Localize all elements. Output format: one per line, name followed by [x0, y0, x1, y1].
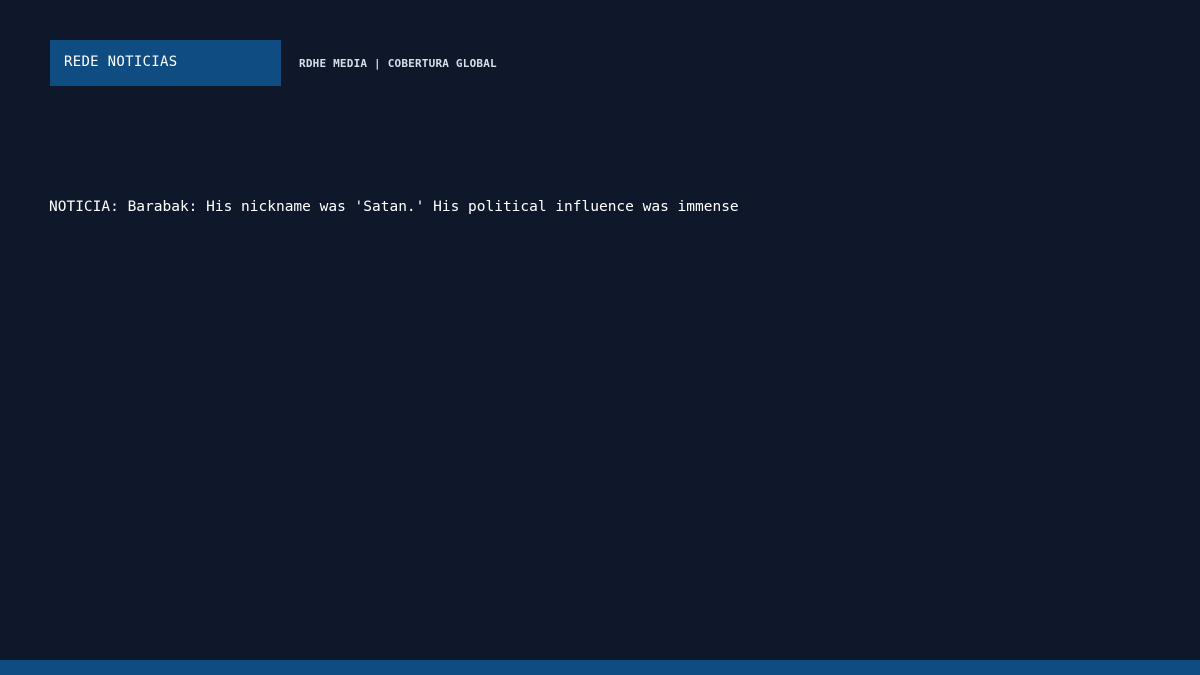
brand-name: REDE NOTICIAS — [64, 54, 178, 70]
network-tagline: RDHE MEDIA | COBERTURA GLOBAL — [299, 57, 497, 70]
news-headline: NOTICIA: Barabak: His nickname was 'Sata… — [49, 199, 739, 215]
brand-banner: REDE NOTICIAS — [50, 40, 281, 86]
bottom-accent-bar — [0, 660, 1200, 675]
